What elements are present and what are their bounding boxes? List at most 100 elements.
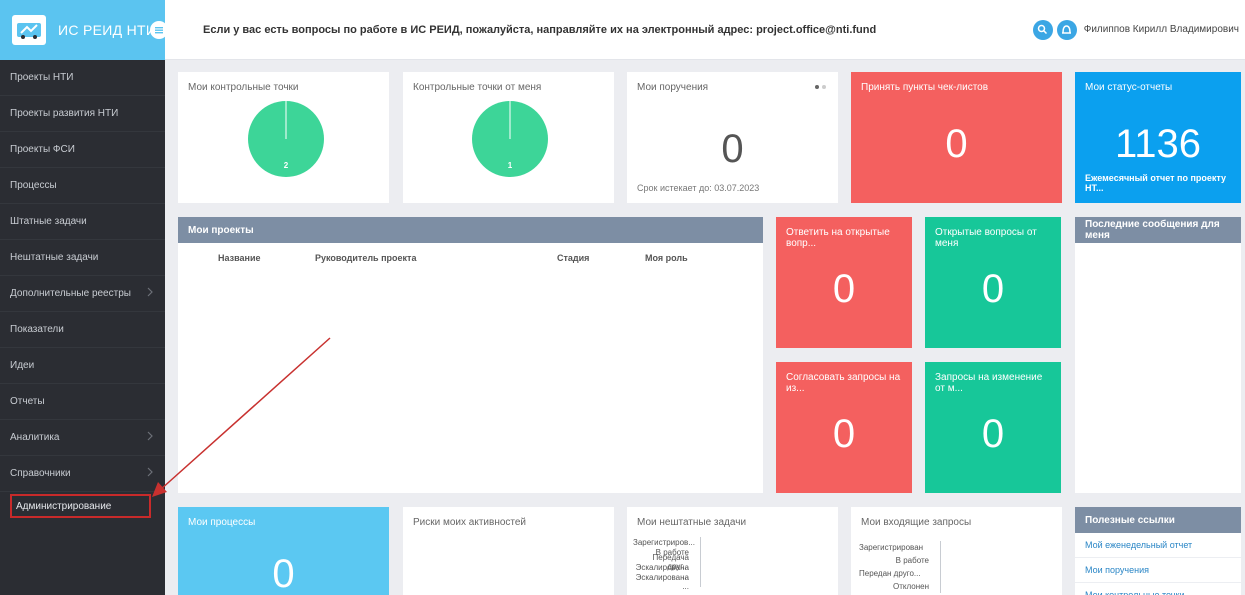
chevron-right-icon [147, 431, 153, 444]
tile-title: Ответить на открытые вопр... [786, 227, 890, 249]
tile-accept-checklist[interactable]: Принять пункты чек-листов 0 [851, 72, 1062, 203]
panel-title: Полезные ссылки [1075, 507, 1241, 533]
tile-change-requests-from-me[interactable]: Запросы на изменение от м... 0 [925, 362, 1061, 493]
tile-title: Мои поручения [637, 82, 709, 93]
bar-row: Отклонен [859, 580, 941, 593]
tile-my-incoming-requests[interactable]: Мои входящие запросы Зарегистрирован В р… [851, 507, 1062, 595]
bar-axis-tick [691, 577, 701, 587]
bar-label: Эскалирована ... [635, 573, 689, 591]
tile-my-status-reports[interactable]: Мои статус-отчеты 1136 Ежемесячный отчет… [1075, 72, 1241, 203]
tile-activity-risks[interactable]: Риски моих активностей [403, 507, 614, 595]
sidebar-item-label: Администрирование [16, 500, 112, 512]
sidebar-item-extra-registries[interactable]: Дополнительные реестры [0, 276, 165, 312]
bar-row: Передан друго... [859, 567, 941, 580]
bar-axis-tick [691, 557, 701, 567]
sidebar-item-directories[interactable]: Справочники [0, 456, 165, 492]
app-logo-icon [12, 15, 46, 45]
sidebar-item-ideas[interactable]: Идеи [0, 348, 165, 384]
sidebar-item-label: Отчеты [10, 396, 45, 407]
sidebar-item-processes[interactable]: Процессы [0, 168, 165, 204]
chevron-right-icon [147, 467, 153, 480]
support-notice: Если у вас есть вопросы по работе в ИС Р… [203, 23, 877, 36]
tile-value: 0 [832, 412, 856, 456]
tile-open-questions-from-me[interactable]: Открытые вопросы от меня 0 [925, 217, 1061, 348]
incoming-requests-bar-chart: Зарегистрирован В работе Передан друго..… [859, 541, 941, 593]
sidebar-nav: Проекты НТИ Проекты развития НТИ Проекты… [0, 60, 165, 595]
app-title: ИС РЕИД НТИ [58, 22, 157, 38]
tile-title: Принять пункты чек-листов [861, 82, 989, 93]
unplanned-tasks-bar-chart: Зарегистриров... В работе Передача друг.… [633, 537, 701, 591]
bar-row: Зарегистрирован [859, 541, 941, 554]
tile-title: Открытые вопросы от меня [935, 227, 1037, 249]
bar-axis-tick [931, 580, 941, 593]
tile-approve-change-requests[interactable]: Согласовать запросы на из... 0 [776, 362, 912, 493]
search-icon[interactable] [1032, 19, 1053, 40]
bar-axis-tick [691, 567, 701, 577]
sidebar-item-analytics[interactable]: Аналитика [0, 420, 165, 456]
tile-value: 0 [272, 552, 295, 595]
brand-header: ИС РЕИД НТИ [0, 0, 165, 60]
tile-value: 0 [945, 122, 968, 166]
bar-axis-tick [691, 537, 701, 547]
bar-axis-tick [931, 567, 941, 580]
panel-title: Последние сообщения для меня [1075, 217, 1241, 243]
sidebar-item-regular-tasks[interactable]: Штатные задачи [0, 204, 165, 240]
column-header-name[interactable]: Название [218, 253, 260, 263]
tile-footer[interactable]: Ежемесячный отчет по проекту НТ... [1085, 173, 1241, 193]
pie-value-label: 1 [508, 161, 513, 170]
sidebar-item-label: Процессы [10, 180, 57, 191]
sidebar-item-administration[interactable]: Администрирование [10, 494, 151, 518]
tile-my-orders[interactable]: Мои поручения 0 Срок истекает до: 03.07.… [627, 72, 838, 203]
tile-my-unplanned-tasks[interactable]: Мои нештатные задачи Зарегистриров... В … [627, 507, 838, 595]
sidebar-item-fsi-projects[interactable]: Проекты ФСИ [0, 132, 165, 168]
sidebar-item-label: Проекты НТИ [10, 72, 74, 83]
carousel-dots-icon[interactable] [814, 84, 828, 90]
tile-my-processes[interactable]: Мои процессы 0 [178, 507, 389, 595]
tile-title: Мои процессы [188, 517, 256, 528]
tile-checkpoints-from-me[interactable]: Контрольные точки от меня 1 [403, 72, 614, 203]
tile-title: Запросы на изменение от м... [935, 372, 1043, 394]
pie-value-label: 2 [284, 161, 289, 170]
bar-row: Зарегистриров... [633, 537, 701, 547]
sidebar-item-unplanned-tasks[interactable]: Нештатные задачи [0, 240, 165, 276]
tile-footer: Срок истекает до: 03.07.2023 [637, 183, 760, 193]
link-my-checkpoints[interactable]: Мои контрольные точки [1075, 583, 1241, 595]
my-projects-panel: Мои проекты Название Руководитель проект… [178, 217, 763, 493]
sidebar-item-label: Проекты ФСИ [10, 144, 75, 155]
link-weekly-report[interactable]: Мой еженедельный отчет [1075, 533, 1241, 558]
tile-my-checkpoints[interactable]: Мои контрольные точки 2 [178, 72, 389, 203]
bar-label: Передан друго... [859, 569, 921, 578]
panel-title: Мои проекты [178, 217, 763, 243]
tile-title: Мои контрольные точки [188, 82, 299, 93]
bar-label: Зарегистрирован [859, 543, 924, 552]
link-my-orders[interactable]: Мои поручения [1075, 558, 1241, 583]
checkpoints-pie-chart: 2 [248, 101, 324, 177]
sidebar-item-label: Аналитика [10, 432, 60, 443]
sidebar-item-label: Дополнительные реестры [10, 288, 131, 299]
sidebar-item-nti-projects[interactable]: Проекты НТИ [0, 60, 165, 96]
user-avatar-icon[interactable] [1056, 19, 1077, 40]
top-bar: Если у вас есть вопросы по работе в ИС Р… [165, 0, 1245, 60]
tile-title: Мои нештатные задачи [637, 517, 747, 528]
sidebar-item-label: Справочники [10, 468, 71, 479]
column-header-role[interactable]: Моя роль [645, 253, 688, 263]
tile-value: 1136 [1114, 122, 1201, 166]
user-name[interactable]: Филиппов Кирилл Владимирович [1084, 24, 1239, 35]
sidebar-item-reports[interactable]: Отчеты [0, 384, 165, 420]
bar-label: В работе [895, 556, 929, 565]
tile-value: 0 [981, 267, 1005, 311]
tile-value: 0 [721, 127, 744, 171]
tile-title: Риски моих активностей [413, 517, 527, 528]
column-header-stage[interactable]: Стадия [557, 253, 589, 263]
useful-links-panel: Полезные ссылки Мой еженедельный отчет М… [1075, 507, 1241, 595]
column-header-manager[interactable]: Руководитель проекта [315, 253, 416, 263]
chevron-right-icon [147, 287, 153, 300]
sidebar-item-indicators[interactable]: Показатели [0, 312, 165, 348]
tile-title: Мои входящие запросы [861, 517, 972, 528]
sidebar-item-nti-dev-projects[interactable]: Проекты развития НТИ [0, 96, 165, 132]
bar-axis-tick [931, 541, 941, 554]
tile-answer-open-questions[interactable]: Ответить на открытые вопр... 0 [776, 217, 912, 348]
bar-row: В работе [859, 554, 941, 567]
sidebar-item-label: Нештатные задачи [10, 252, 99, 263]
sidebar-item-label: Штатные задачи [10, 216, 87, 227]
